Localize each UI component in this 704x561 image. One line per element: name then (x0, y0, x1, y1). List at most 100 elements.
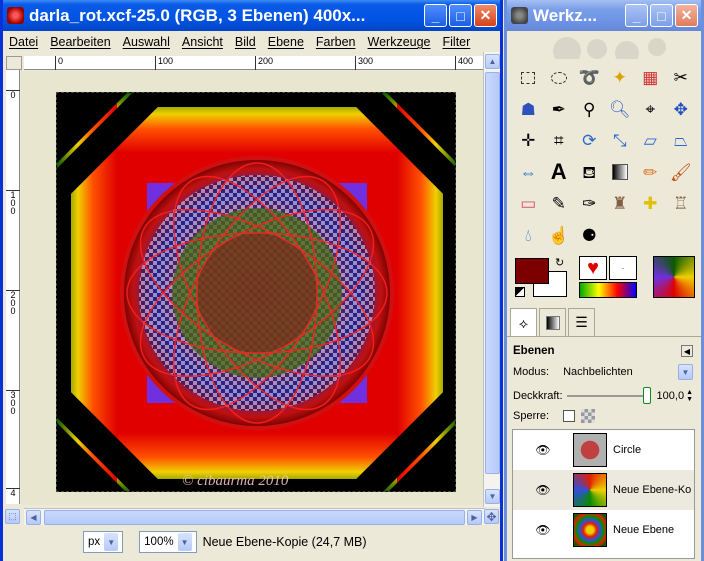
menubar: Datei Bearbeiten Auswahl Ansicht Bild Eb… (3, 31, 500, 53)
measure-icon[interactable]: ⌖ (635, 94, 666, 126)
spin-arrows-icon[interactable]: ▲ ▼ (686, 389, 693, 403)
vertical-scroll-thumb[interactable] (485, 72, 500, 474)
vertical-scrollbar[interactable]: ▲ ▼ (483, 52, 500, 507)
toolbox-title: Werkz... (533, 5, 597, 25)
layer-name: Neue Ebene (613, 524, 675, 536)
perspective-clone-icon[interactable]: ♖ (666, 188, 697, 220)
tab-layers[interactable]: ☰ (568, 308, 595, 336)
lasso-icon[interactable]: ➰ (574, 62, 605, 94)
smudge-icon[interactable]: ☝ (544, 220, 575, 252)
ruler-corner[interactable] (6, 56, 22, 70)
ruler-tick: 300 (355, 56, 373, 70)
airbrush-icon[interactable]: ✎ (544, 188, 575, 220)
ruler-tick: 1 0 0 (6, 190, 20, 216)
image-window-titlebar[interactable]: darla_rot.xcf-25.0 (RGB, 3 Ebenen) 400x.… (3, 0, 500, 31)
shear-icon[interactable]: ▱ (635, 125, 666, 157)
opacity-label: Deckkraft: (513, 390, 563, 402)
maximize-button[interactable]: □ (650, 4, 673, 27)
brush-icon[interactable]: ♥ (579, 256, 607, 280)
eraser-icon[interactable]: ▭ (513, 188, 544, 220)
eye-icon[interactable]: 👁︎ (513, 483, 573, 497)
panel-menu-icon[interactable]: ◀ (681, 345, 693, 357)
quickmask-icon[interactable]: ⬚ (5, 509, 20, 524)
minimize-button[interactable]: _ (424, 4, 447, 27)
color-picker-icon[interactable]: ⚲ (574, 94, 605, 126)
eye-icon[interactable]: 👁︎ (513, 443, 573, 457)
blur-icon[interactable]: 💧︎ (513, 220, 544, 252)
minimize-button[interactable]: _ (625, 4, 648, 27)
menu-farben[interactable]: Farben (316, 35, 356, 49)
dodge-burn-icon[interactable]: ⚈ (574, 220, 605, 252)
color-select-icon[interactable]: ▦ (635, 62, 666, 94)
canvas-area[interactable]: © cibaurma 2010 (21, 71, 484, 505)
crop-icon[interactable]: ⌗ (544, 125, 575, 157)
close-button[interactable]: ✕ (675, 4, 698, 27)
heal-icon[interactable]: ✚ (635, 188, 666, 220)
maximize-button[interactable]: □ (449, 4, 472, 27)
navigation-cross-icon[interactable]: ✥ (484, 509, 499, 524)
foreground-select-icon[interactable]: ☗ (513, 94, 544, 126)
image-canvas[interactable]: © cibaurma 2010 (56, 92, 456, 492)
rotate-icon[interactable]: ⟳ (574, 125, 605, 157)
layer-row[interactable]: 👁︎ Circle (513, 430, 694, 470)
align-icon[interactable]: ✛ (513, 125, 544, 157)
menu-auswahl[interactable]: Auswahl (123, 35, 170, 49)
horizontal-scroll-thumb[interactable] (44, 510, 465, 525)
horizontal-scrollbar[interactable]: ◀ ▶ (24, 508, 485, 525)
tab-paths[interactable]: ⟡ (510, 308, 537, 338)
toolbox-titlebar[interactable]: Werkz... _ □ ✕ (507, 0, 701, 31)
menu-bild[interactable]: Bild (235, 35, 256, 49)
menu-datei[interactable]: Datei (9, 35, 38, 49)
scroll-down-icon[interactable]: ▼ (485, 489, 500, 504)
swap-colors-icon[interactable]: ↻ (555, 256, 564, 269)
tab-channels[interactable] (539, 308, 566, 336)
zoom-icon[interactable]: 🔍︎ (605, 94, 636, 126)
move-icon[interactable]: ✥ (666, 94, 697, 126)
gimp-app-icon (7, 7, 24, 24)
text-icon[interactable]: A (544, 157, 575, 189)
bucket-fill-icon[interactable]: ⛾ (574, 157, 605, 189)
rect-select-icon[interactable] (513, 62, 544, 94)
menu-bearbeiten[interactable]: Bearbeiten (50, 35, 110, 49)
menu-filter[interactable]: Filter (443, 35, 471, 49)
pattern-icon[interactable]: · (609, 256, 637, 280)
zoom-select[interactable]: 100% ▼ (139, 531, 197, 553)
flip-icon[interactable]: ⇔ (513, 157, 544, 189)
lock-pixels-checkbox[interactable] (563, 410, 576, 422)
active-image-thumbnail[interactable] (653, 256, 695, 298)
blend-icon[interactable] (605, 157, 636, 189)
navigate-icon[interactable]: ▲ (485, 54, 500, 69)
foreground-color-swatch[interactable] (515, 258, 549, 284)
layer-thumbnail (573, 513, 607, 547)
layer-row[interactable]: 👁︎ Neue Ebene-Ko (513, 470, 694, 510)
gradient-icon[interactable] (579, 282, 637, 298)
mode-select[interactable]: Nachbelichten ▼ (563, 363, 693, 381)
scissors-icon[interactable]: ✂ (666, 62, 697, 94)
ink-icon[interactable]: ✑ (574, 188, 605, 220)
mode-value: Nachbelichten (563, 366, 633, 378)
lock-alpha-icon[interactable] (581, 409, 596, 423)
paths-icon[interactable]: ✒ (544, 94, 575, 126)
perspective-icon[interactable]: ⏢ (666, 125, 697, 157)
eye-icon[interactable]: 👁︎ (513, 523, 573, 537)
menu-werkzeuge[interactable]: Werkzeuge (368, 35, 431, 49)
menu-ansicht[interactable]: Ansicht (182, 35, 223, 49)
menu-ebene[interactable]: Ebene (268, 35, 304, 49)
ruler-tick: 0 (55, 56, 63, 70)
default-colors-icon[interactable] (515, 287, 525, 297)
fuzzy-select-icon[interactable]: ✦ (605, 62, 636, 94)
unit-select[interactable]: px ▼ (83, 531, 124, 553)
close-button[interactable]: ✕ (474, 4, 497, 27)
paintbrush-icon[interactable]: 🖌︎ (666, 157, 697, 189)
scale-icon[interactable]: ⤡ (605, 125, 636, 157)
opacity-slider[interactable] (566, 387, 651, 405)
ellipse-select-icon[interactable] (544, 62, 575, 94)
opacity-value[interactable]: 100,0 (657, 390, 685, 402)
scroll-right-icon[interactable]: ▶ (467, 510, 482, 525)
clone-icon[interactable]: ♜ (605, 188, 636, 220)
pencil-icon[interactable]: ✏ (635, 157, 666, 189)
ruler-tick: 4 (6, 488, 20, 498)
layer-row[interactable]: 👁︎ Neue Ebene (513, 510, 694, 550)
opacity-slider-handle[interactable] (642, 387, 651, 404)
scroll-left-icon[interactable]: ◀ (26, 510, 41, 525)
